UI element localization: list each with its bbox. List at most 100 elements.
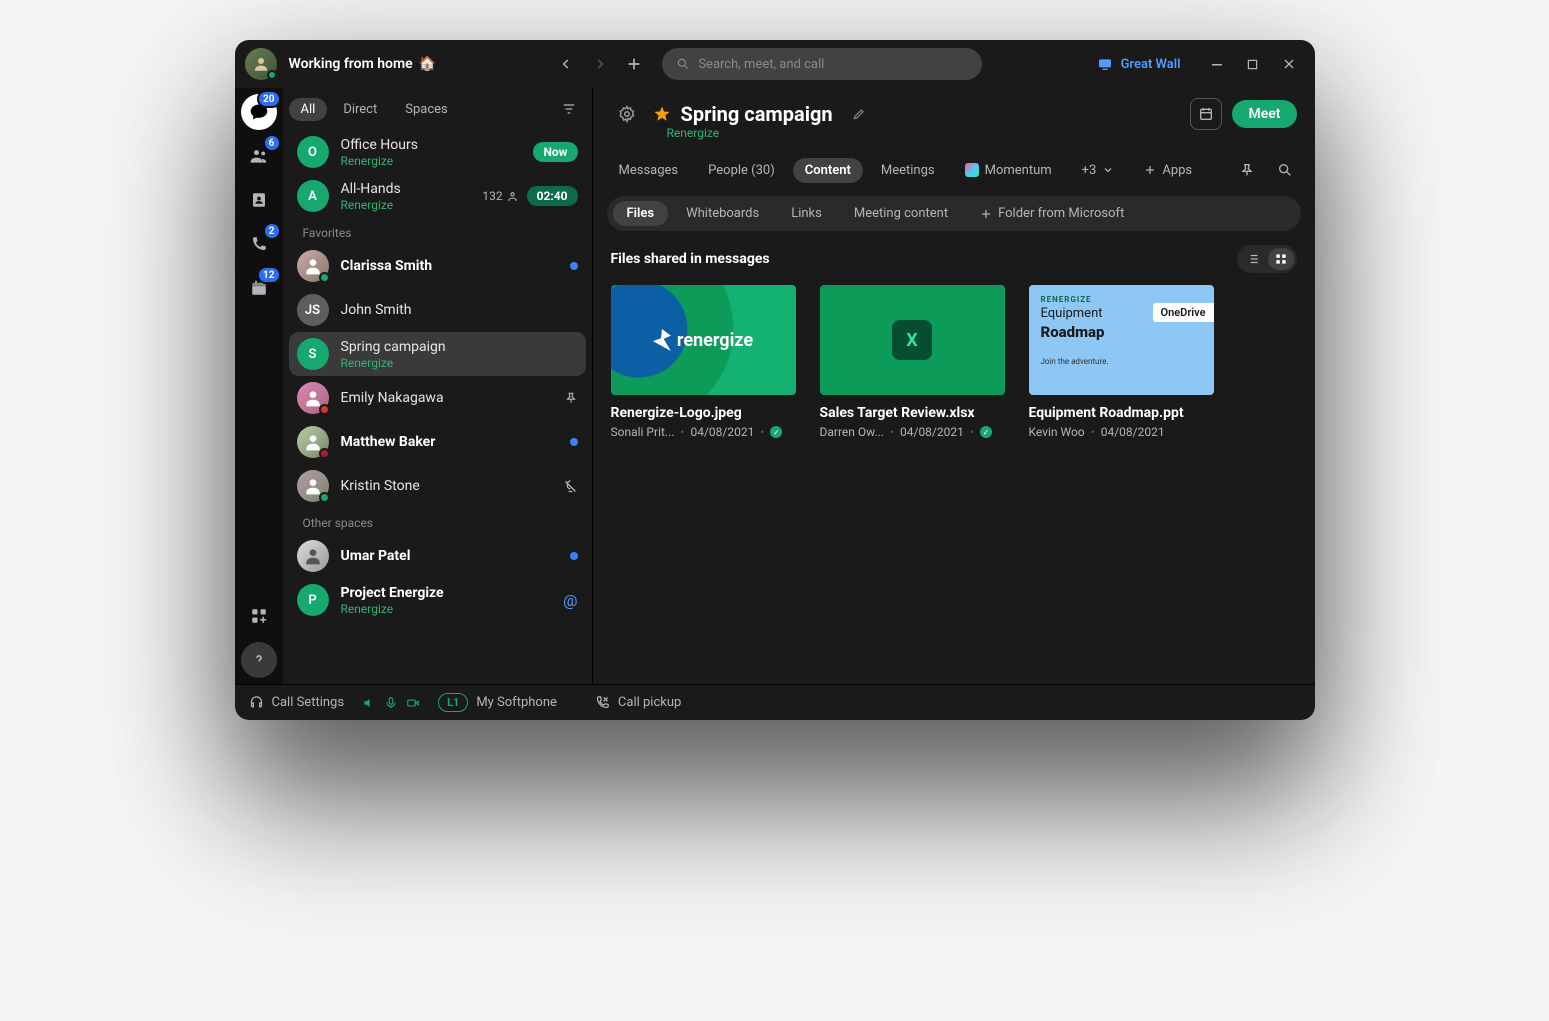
search-icon bbox=[1277, 162, 1293, 178]
unread-dot bbox=[570, 438, 578, 446]
rail-apps[interactable] bbox=[241, 598, 277, 634]
softphone-button[interactable]: L1 My Softphone bbox=[438, 693, 557, 712]
verified-icon: ✓ bbox=[980, 426, 992, 438]
file-meta: Kevin Woo• 04/08/2021 bbox=[1029, 425, 1214, 439]
mention-icon: @ bbox=[563, 591, 577, 610]
schedule-button[interactable] bbox=[1190, 98, 1222, 130]
window-controls bbox=[1199, 48, 1307, 80]
subtab-files[interactable]: Files bbox=[613, 201, 669, 226]
list-item-project-energize[interactable]: P Project Energize Renergize @ bbox=[289, 578, 586, 622]
rail-calls[interactable]: 2 bbox=[241, 226, 277, 262]
pin-icon bbox=[564, 391, 578, 405]
presence-status[interactable]: Working from home 🏠 bbox=[289, 56, 437, 72]
filter-all[interactable]: All bbox=[289, 98, 328, 121]
rail-teams[interactable]: 6 bbox=[241, 138, 277, 174]
filter-direct[interactable]: Direct bbox=[331, 98, 389, 121]
file-grid: renergize Renergize-Logo.jpeg Sonali Pri… bbox=[611, 285, 1297, 439]
audio-devices[interactable] bbox=[362, 696, 420, 710]
subtab-whiteboards[interactable]: Whiteboards bbox=[672, 201, 773, 226]
filter-options-button[interactable] bbox=[556, 96, 582, 122]
view-list-button[interactable] bbox=[1240, 248, 1266, 270]
call-settings-button[interactable]: Call Settings bbox=[249, 695, 345, 710]
call-pickup-button[interactable]: Call pickup bbox=[595, 695, 681, 710]
list-item-matthew[interactable]: Matthew Baker bbox=[289, 420, 586, 464]
headset-icon bbox=[249, 695, 264, 710]
row-org: Renergize bbox=[341, 198, 471, 212]
rail-messaging[interactable]: 20 bbox=[241, 94, 277, 130]
subtab-meeting-content[interactable]: Meeting content bbox=[840, 201, 962, 226]
tab-overflow[interactable]: +3 bbox=[1070, 158, 1127, 183]
titlebar: Working from home 🏠 Search, meet, and ca… bbox=[235, 40, 1315, 88]
star-icon bbox=[653, 105, 671, 123]
search-input[interactable]: Search, meet, and call bbox=[662, 48, 982, 80]
apps-icon bbox=[250, 607, 268, 625]
rail-teams-badge: 6 bbox=[263, 134, 281, 152]
softphone-badge: L1 bbox=[438, 693, 468, 712]
list-item-emily[interactable]: Emily Nakagawa bbox=[289, 376, 586, 420]
subtab-add-folder[interactable]: Folder from Microsoft bbox=[966, 201, 1138, 226]
avatar: P bbox=[297, 584, 329, 616]
subtab-links[interactable]: Links bbox=[777, 201, 836, 226]
gear-icon bbox=[618, 105, 636, 123]
list-item-spring-campaign[interactable]: S Spring campaign Renergize bbox=[289, 332, 586, 376]
space-tabs: Messages People (30) Content Meetings Mo… bbox=[593, 148, 1315, 192]
file-card[interactable]: X Sales Target Review.xlsx Darren Ow...•… bbox=[820, 285, 1005, 439]
status-bar: Call Settings L1 My Softphone Call picku… bbox=[235, 684, 1315, 720]
meet-button[interactable]: Meet bbox=[1232, 100, 1296, 128]
file-meta: Darren Ow...• 04/08/2021• ✓ bbox=[820, 425, 1005, 439]
display-icon bbox=[1097, 56, 1113, 72]
avatar bbox=[297, 382, 329, 414]
avatar bbox=[297, 470, 329, 502]
verified-icon: ✓ bbox=[770, 426, 782, 438]
room-indicator[interactable]: Great Wall bbox=[1097, 56, 1181, 72]
avatar bbox=[297, 540, 329, 572]
files-area: Files shared in messages ren bbox=[593, 245, 1315, 684]
tab-momentum[interactable]: Momentum bbox=[953, 158, 1064, 183]
minimize-button[interactable] bbox=[1199, 48, 1235, 80]
space-settings-button[interactable] bbox=[611, 98, 643, 130]
presence-status-text: Working from home bbox=[289, 56, 413, 72]
tab-messages[interactable]: Messages bbox=[607, 158, 691, 183]
file-thumbnail: X bbox=[820, 285, 1005, 395]
nav-back-button[interactable] bbox=[550, 48, 582, 80]
row-title: Emily Nakagawa bbox=[341, 390, 552, 406]
self-avatar[interactable] bbox=[245, 48, 277, 80]
room-label: Great Wall bbox=[1121, 57, 1181, 72]
camera-icon bbox=[406, 696, 420, 710]
view-grid-button[interactable] bbox=[1268, 248, 1294, 270]
rail-contacts[interactable] bbox=[241, 182, 277, 218]
favorite-star[interactable] bbox=[653, 105, 671, 123]
list-item-kristin[interactable]: Kristin Stone bbox=[289, 464, 586, 508]
file-card[interactable]: RENERGIZE Equipment Roadmap Join the adv… bbox=[1029, 285, 1214, 439]
new-button[interactable] bbox=[618, 48, 650, 80]
tab-meetings[interactable]: Meetings bbox=[869, 158, 947, 183]
nav-forward-button[interactable] bbox=[584, 48, 616, 80]
pin-outline-icon bbox=[1239, 162, 1255, 178]
pin-content-button[interactable] bbox=[1231, 154, 1263, 186]
edit-space-button[interactable] bbox=[843, 98, 875, 130]
avatar bbox=[297, 426, 329, 458]
call-pickup-label: Call pickup bbox=[618, 695, 681, 710]
filter-spaces[interactable]: Spaces bbox=[393, 98, 460, 121]
tab-apps[interactable]: Apps bbox=[1132, 158, 1204, 183]
tab-content[interactable]: Content bbox=[793, 158, 863, 183]
list-item-office-hours[interactable]: O Office Hours Renergize Now bbox=[289, 130, 586, 174]
list-item-john[interactable]: JS John Smith bbox=[289, 288, 586, 332]
row-title: Spring campaign bbox=[341, 339, 578, 355]
rail-calendar[interactable]: 12 bbox=[241, 270, 277, 306]
tab-people[interactable]: People (30) bbox=[696, 158, 787, 183]
maximize-button[interactable] bbox=[1235, 48, 1271, 80]
close-button[interactable] bbox=[1271, 48, 1307, 80]
list-item-clarissa[interactable]: Clarissa Smith bbox=[289, 244, 586, 288]
now-badge: Now bbox=[533, 142, 577, 162]
file-card[interactable]: renergize Renergize-Logo.jpeg Sonali Pri… bbox=[611, 285, 796, 439]
rail-messaging-badge: 20 bbox=[257, 90, 280, 108]
avatar: JS bbox=[297, 294, 329, 326]
search-in-space-button[interactable] bbox=[1269, 154, 1301, 186]
space-title: Spring campaign bbox=[681, 102, 833, 126]
phone-pickup-icon bbox=[595, 695, 610, 710]
list-item-umar[interactable]: Umar Patel bbox=[289, 534, 586, 578]
rail-help[interactable] bbox=[241, 642, 277, 678]
list-item-all-hands[interactable]: A All-Hands Renergize 132 02:40 bbox=[289, 174, 586, 218]
row-title: All-Hands bbox=[341, 181, 471, 197]
